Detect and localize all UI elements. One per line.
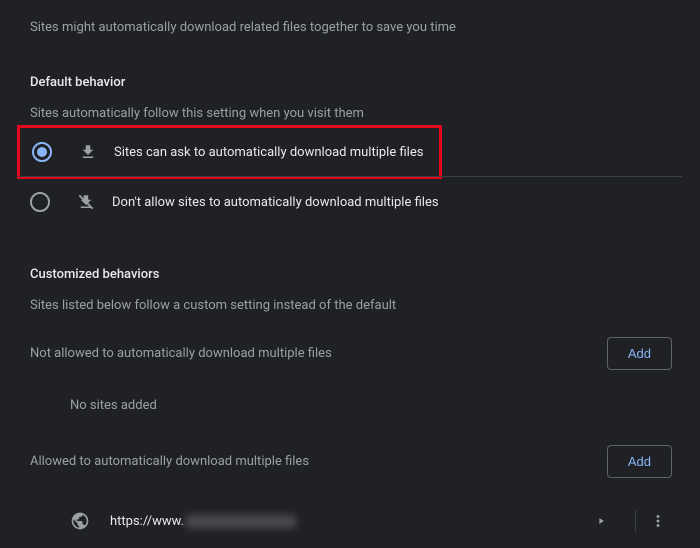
not-allowed-title: Not allowed to automatically download mu… <box>30 346 332 361</box>
default-behavior-subtitle: Sites automatically follow this setting … <box>30 106 682 121</box>
customized-subtitle: Sites listed below follow a custom setti… <box>30 298 682 313</box>
site-url: https://www. <box>110 514 589 529</box>
radio-option-block[interactable]: Don't allow sites to automatically downl… <box>18 177 682 227</box>
customized-title: Customized behaviors <box>30 267 682 282</box>
default-behavior-title: Default behavior <box>30 75 682 90</box>
allowed-title: Allowed to automatically download multip… <box>30 454 309 469</box>
radio-label-ask: Sites can ask to automatically download … <box>114 145 423 160</box>
add-not-allowed-button[interactable]: Add <box>607 337 672 370</box>
no-sites-text: No sites added <box>70 398 682 413</box>
divider <box>635 510 636 532</box>
caret-right-icon[interactable] <box>589 509 613 533</box>
intro-text: Sites might automatically download relat… <box>30 20 682 35</box>
more-vert-icon[interactable] <box>646 509 670 533</box>
radio-button-block[interactable] <box>30 192 50 212</box>
add-allowed-button[interactable]: Add <box>607 445 672 478</box>
download-icon <box>78 142 98 162</box>
radio-option-ask[interactable]: Sites can ask to automatically download … <box>17 125 442 179</box>
download-blocked-icon <box>76 192 96 212</box>
radio-button-ask[interactable] <box>32 142 52 162</box>
radio-label-block: Don't allow sites to automatically downl… <box>112 195 439 210</box>
globe-icon <box>70 511 90 531</box>
